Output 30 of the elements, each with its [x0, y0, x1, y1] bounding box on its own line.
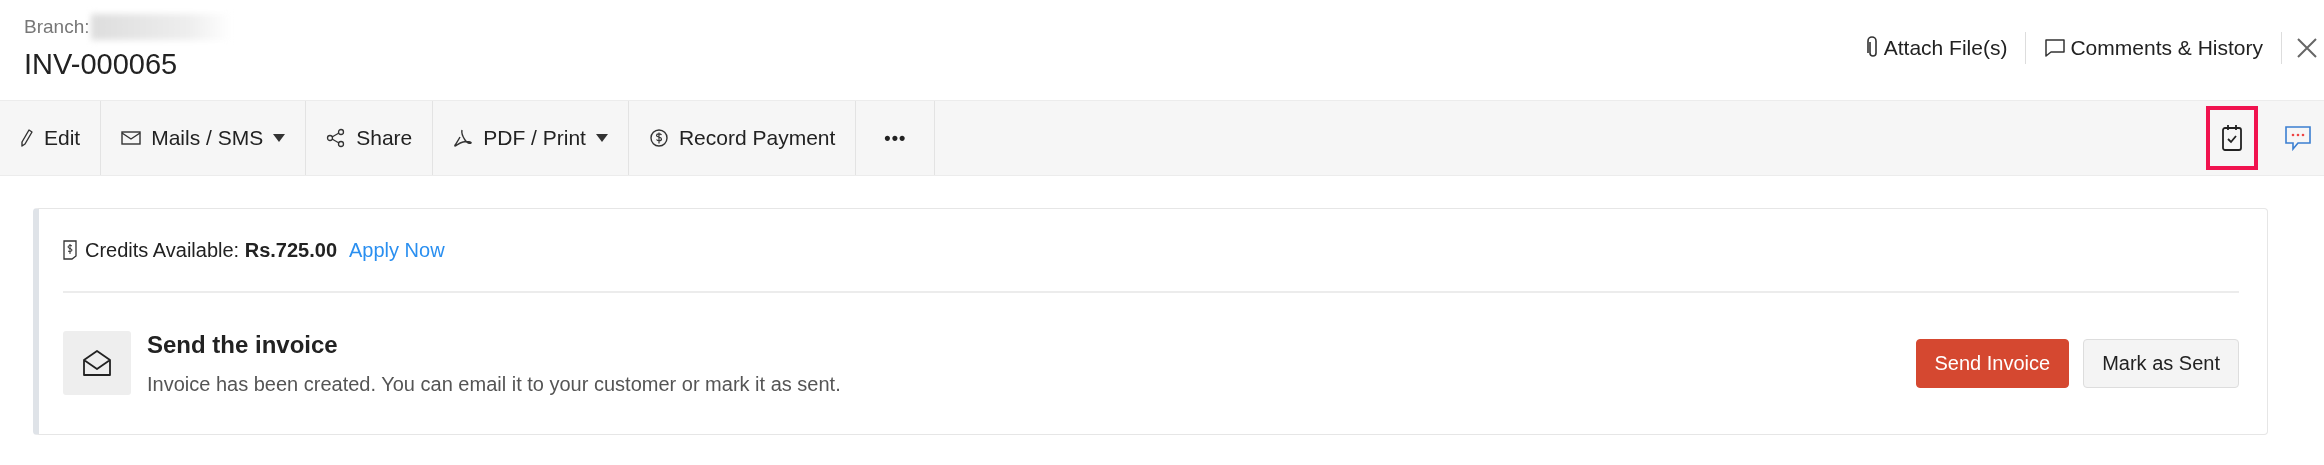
more-options-button[interactable]: ••• — [856, 101, 936, 175]
send-description: Invoice has been created. You can email it to your customer or mark it as sent. — [147, 372, 842, 396]
attach-files-button[interactable]: Attach File(s) — [1847, 36, 2026, 60]
caret-icon — [273, 134, 286, 142]
invoice-title: INV-000065 — [24, 48, 179, 81]
toolbar-button[interactable]: PDF / Print — [433, 101, 629, 175]
clipboard-check-button[interactable] — [2206, 106, 2258, 170]
comments-history-button[interactable]: Comments & History — [2026, 36, 2281, 60]
toolbar-button[interactable]: Record Payment — [628, 101, 857, 175]
send-invoice-button[interactable]: Send Invoice — [1915, 338, 2070, 388]
share-icon — [326, 128, 347, 148]
mark-as-sent-button[interactable]: Mark as Sent — [2083, 338, 2239, 388]
pencil-icon — [20, 128, 34, 148]
credits-text: Credits Available: Rs.725.00 — [85, 238, 337, 262]
toolbar-button[interactable]: Share — [306, 101, 434, 175]
toolbar-button[interactable]: Mails / SMS — [101, 101, 307, 175]
pdf-icon — [453, 128, 474, 148]
chat-icon — [2284, 125, 2312, 151]
credit-note-icon — [63, 240, 77, 260]
close-icon[interactable] — [2296, 37, 2318, 59]
envelope-icon — [63, 331, 131, 395]
clipboard-check-icon — [2221, 124, 2243, 152]
toolbar-button[interactable]: Edit — [0, 101, 102, 175]
coin-icon — [648, 128, 669, 148]
caret-icon — [595, 134, 608, 142]
branch-label: Branch: — [24, 16, 90, 38]
send-title: Send the invoice — [147, 330, 339, 359]
speech-bubble-icon — [2044, 38, 2067, 58]
envelope-icon — [121, 130, 142, 146]
paperclip-icon — [1865, 36, 1880, 60]
